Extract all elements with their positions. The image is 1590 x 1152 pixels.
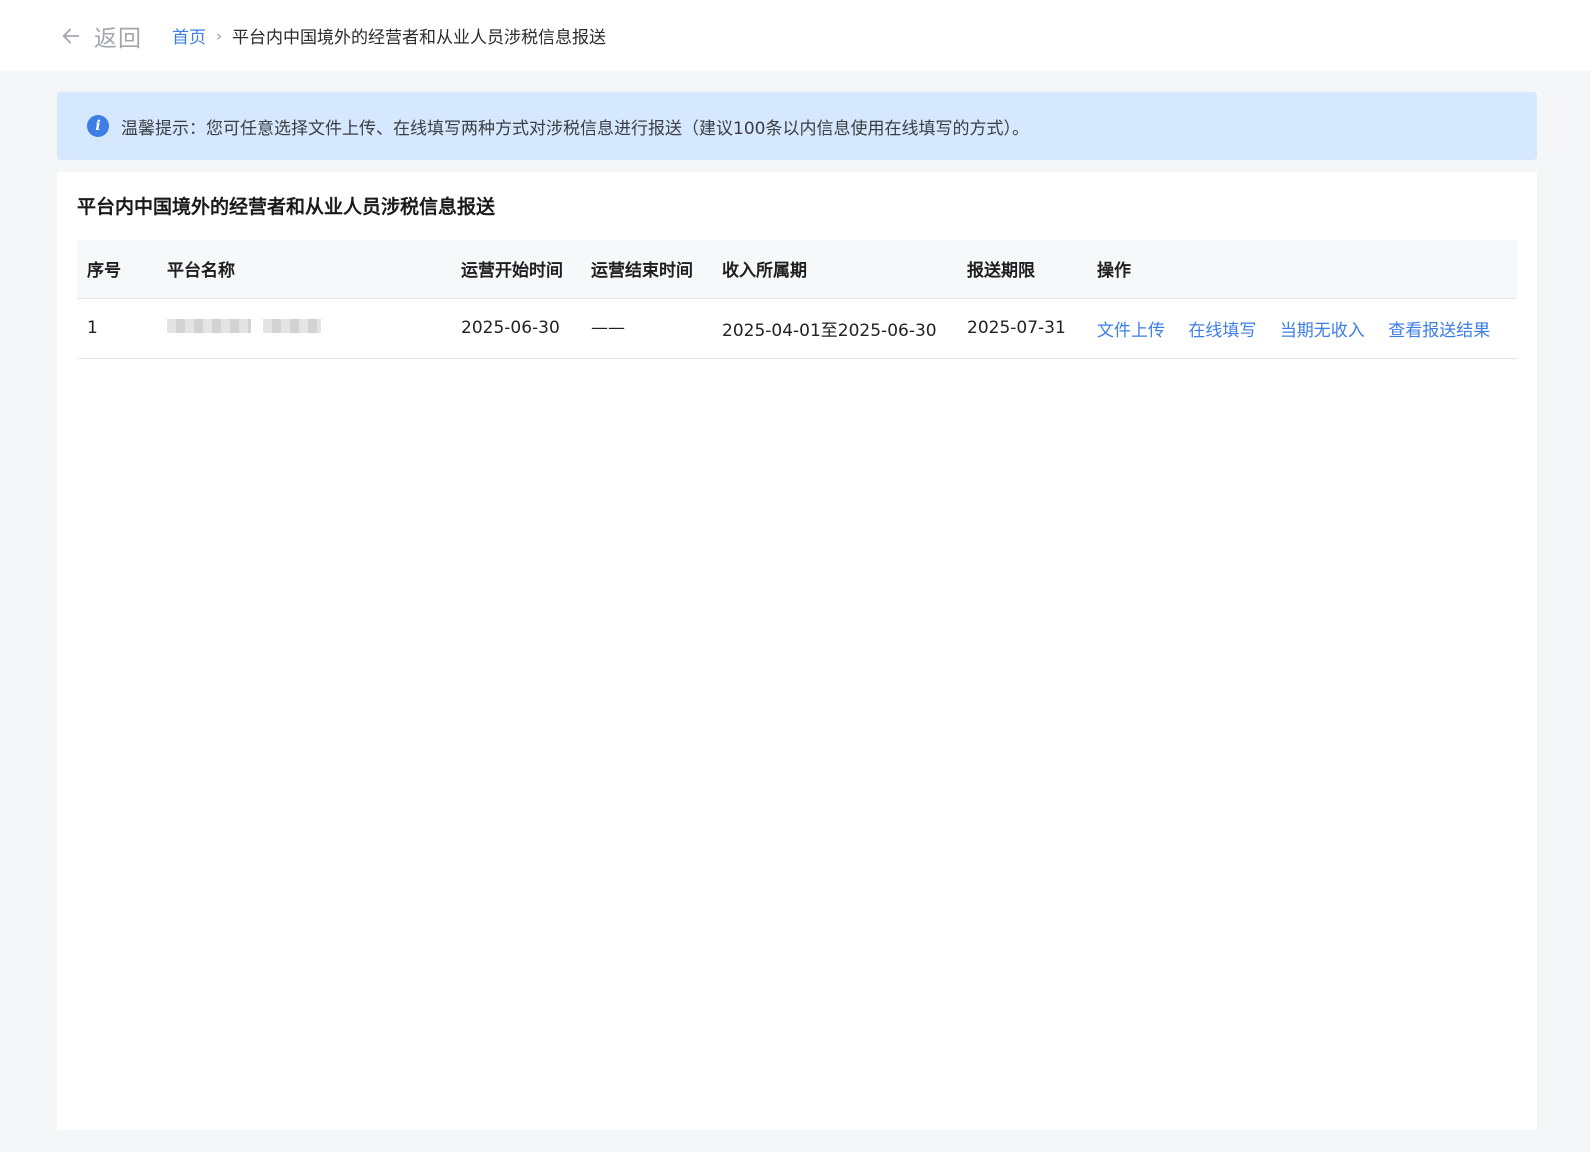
view-result-link[interactable]: 查看报送结果: [1388, 321, 1490, 341]
file-upload-link[interactable]: 文件上传: [1097, 321, 1165, 341]
tip-banner: i 温馨提示：您可任意选择文件上传、在线填写两种方式对涉税信息进行报送（建议10…: [57, 92, 1537, 160]
cell-actions: 文件上传 在线填写 当期无收入 查看报送结果: [1087, 298, 1517, 359]
top-bar: 返回 首页 › 平台内中国境外的经营者和从业人员涉税信息报送: [0, 0, 1590, 71]
breadcrumb-home-link[interactable]: 首页: [172, 23, 206, 48]
column-header-platform-name: 平台名称: [157, 240, 451, 299]
table-header-row: 序号 平台名称 运营开始时间 运营结束时间 收入所属期 报送期限 操作: [77, 240, 1517, 299]
redacted-platform-name: [167, 319, 321, 333]
back-button[interactable]: 返回: [60, 19, 142, 53]
breadcrumb: 首页 › 平台内中国境外的经营者和从业人员涉税信息报送: [172, 23, 606, 49]
main-panel: 平台内中国境外的经营者和从业人员涉税信息报送 序号 平台名称 运营开始时间 运营…: [57, 172, 1537, 1130]
tip-text: 温馨提示：您可任意选择文件上传、在线填写两种方式对涉税信息进行报送（建议100条…: [121, 118, 1029, 139]
cell-income-period: 2025-04-01至2025-06-30: [712, 298, 957, 359]
cell-start-time: 2025-06-30: [451, 298, 581, 359]
info-icon: i: [87, 115, 109, 137]
redaction-block: [263, 319, 321, 333]
column-header-start-time: 运营开始时间: [451, 240, 581, 299]
column-header-index: 序号: [77, 240, 157, 299]
cell-end-time: ——: [581, 298, 712, 359]
column-header-actions: 操作: [1087, 240, 1517, 299]
report-table: 序号 平台名称 运营开始时间 运营结束时间 收入所属期 报送期限 操作 1 20…: [77, 240, 1517, 359]
panel-title: 平台内中国境外的经营者和从业人员涉税信息报送: [77, 196, 496, 218]
column-header-income-period: 收入所属期: [712, 240, 957, 299]
back-label: 返回: [94, 25, 142, 52]
cell-platform-name: [157, 298, 451, 359]
column-header-end-time: 运营结束时间: [581, 240, 712, 299]
online-fill-link[interactable]: 在线填写: [1188, 321, 1256, 341]
redaction-block: [167, 319, 251, 333]
arrow-left-icon: [62, 28, 80, 43]
breadcrumb-current: 平台内中国境外的经营者和从业人员涉税信息报送: [232, 28, 606, 48]
no-income-link[interactable]: 当期无收入: [1280, 321, 1365, 341]
chevron-right-icon: ›: [216, 26, 222, 45]
table-row: 1 2025-06-30 —— 2025-04-01至2025-06-30 20…: [77, 298, 1517, 359]
column-header-deadline: 报送期限: [957, 240, 1087, 299]
cell-deadline: 2025-07-31: [957, 298, 1087, 359]
cell-index: 1: [77, 298, 157, 359]
